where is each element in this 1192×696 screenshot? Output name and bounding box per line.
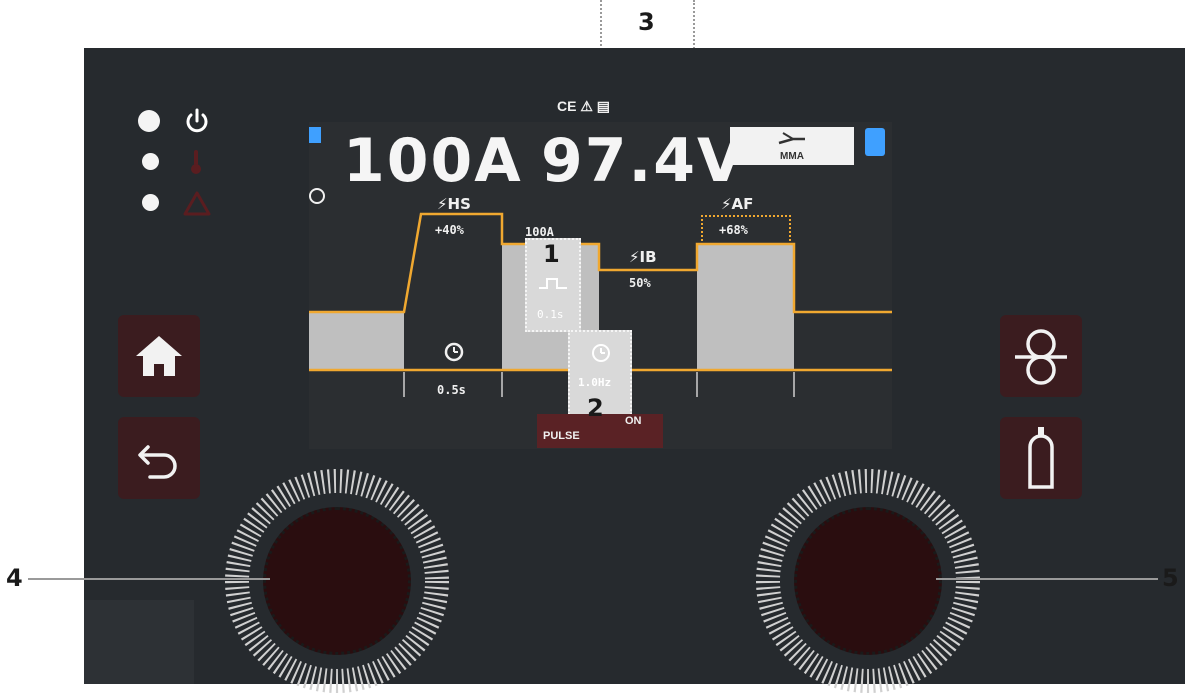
base-current-value[interactable]: 50% (629, 276, 651, 290)
pulse-frequency-value: 1.0Hz (578, 376, 612, 389)
time-value[interactable]: 0.5s (437, 383, 466, 397)
pulse-shape-icon (539, 278, 567, 289)
left-knob[interactable] (263, 507, 411, 655)
pulse-label: PULSE (543, 430, 580, 442)
back-button[interactable] (118, 417, 200, 499)
callout-1: 1 (543, 240, 560, 268)
power-led (138, 110, 160, 132)
fault-led (142, 194, 159, 211)
home-icon (136, 336, 182, 376)
callout-2: 2 (587, 394, 604, 422)
arc-force-value[interactable]: +68% (719, 223, 748, 237)
frequency-clock-icon (592, 344, 610, 362)
certification-marks: CE ⚠ ▤ (557, 98, 611, 114)
callout-5-line (936, 578, 1158, 580)
waveform-fill-start (309, 312, 404, 370)
wire-spool-icon (1015, 329, 1067, 385)
right-knob[interactable] (794, 507, 942, 655)
waveform-fill-af (697, 244, 794, 370)
thermometer-icon (191, 150, 201, 174)
callout-3: 3 (638, 8, 655, 36)
hot-start-label[interactable]: ⚡HS (437, 195, 471, 213)
gas-button[interactable] (1000, 417, 1082, 499)
peak-current-value[interactable]: 100A (525, 225, 554, 239)
callout-4: 4 (6, 564, 23, 592)
power-icon (186, 108, 208, 133)
hot-start-value[interactable]: +40% (435, 223, 464, 237)
home-button[interactable] (118, 315, 200, 397)
pulse-on-label: ON (625, 415, 642, 427)
gas-cylinder-icon (1028, 427, 1054, 489)
thermal-led (142, 153, 159, 170)
callout-4-line (28, 578, 270, 580)
wire-feed-button[interactable] (1000, 315, 1082, 397)
display-screen: 100A 97.4V MMA ⚡HS +40% 100A ⚡IB 50% ⚡AF… (309, 122, 892, 449)
arc-force-label[interactable]: ⚡AF (721, 195, 753, 213)
back-arrow-icon (138, 445, 177, 479)
callout-5: 5 (1162, 564, 1179, 592)
warning-icon (183, 191, 211, 216)
base-current-label[interactable]: ⚡IB (629, 248, 657, 266)
waveform-line (309, 212, 892, 314)
lower-left-shade (84, 600, 194, 684)
pulse-shape-value: 0.1s (537, 308, 564, 321)
